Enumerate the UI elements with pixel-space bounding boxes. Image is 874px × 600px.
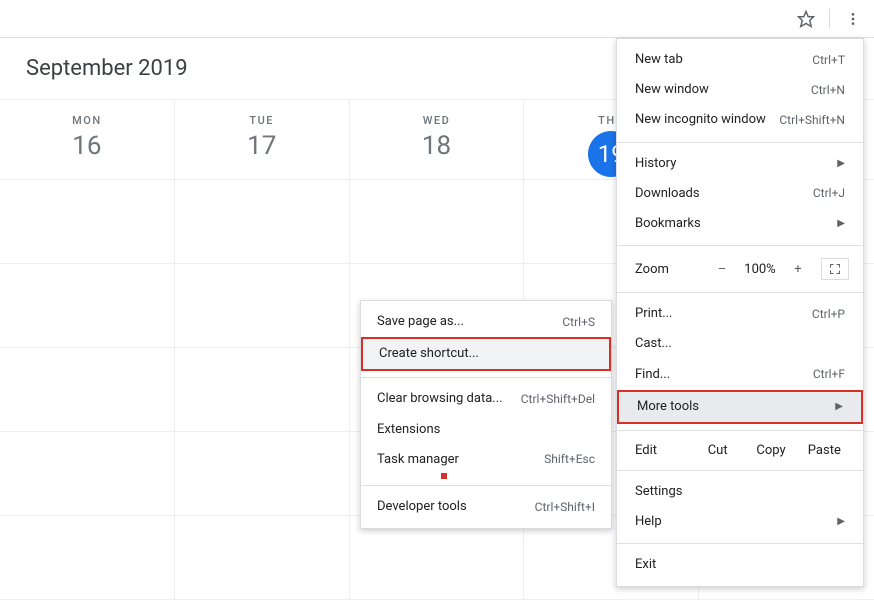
menu-new-window[interactable]: New window Ctrl+N — [617, 75, 863, 105]
menu-shortcut: Ctrl+J — [813, 185, 845, 202]
menu-label: Create shortcut... — [379, 345, 479, 363]
menu-new-incognito[interactable]: New incognito window Ctrl+Shift+N — [617, 105, 863, 135]
bookmark-star-icon[interactable] — [797, 10, 815, 28]
menu-cast[interactable]: Cast... — [617, 329, 863, 359]
zoom-in-button[interactable]: + — [785, 262, 811, 277]
menu-separator — [617, 292, 863, 293]
menu-shortcut: Shift+Esc — [544, 451, 595, 468]
day-abbr: MON — [0, 114, 174, 127]
menu-new-tab[interactable]: New tab Ctrl+T — [617, 45, 863, 75]
menu-shortcut: Ctrl+P — [812, 306, 845, 323]
menu-separator — [617, 470, 863, 471]
submenu-arrow-icon: ▶ — [837, 217, 845, 231]
menu-label: History — [635, 155, 676, 173]
menu-history[interactable]: History ▶ — [617, 149, 863, 179]
menu-label: Developer tools — [377, 498, 467, 516]
zoom-out-button[interactable]: – — [709, 262, 735, 277]
menu-bookmarks[interactable]: Bookmarks ▶ — [617, 209, 863, 239]
day-column[interactable]: MON 16 — [0, 100, 175, 179]
menu-label: Find... — [635, 366, 670, 384]
menu-label: New tab — [635, 51, 683, 69]
fullscreen-button[interactable] — [821, 258, 849, 280]
menu-label: Bookmarks — [635, 215, 701, 233]
menu-shortcut: Ctrl+T — [812, 52, 845, 69]
edit-label: Edit — [635, 443, 691, 458]
menu-find[interactable]: Find... Ctrl+F — [617, 360, 863, 390]
menu-label: Settings — [635, 483, 682, 501]
submenu-arrow-icon: ▶ — [835, 400, 843, 414]
submenu-arrow-icon: ▶ — [837, 515, 845, 529]
menu-label: Downloads — [635, 185, 700, 203]
notification-dot-icon — [441, 473, 447, 479]
toolbar-divider — [829, 9, 830, 29]
submenu-save-page[interactable]: Save page as... Ctrl+S — [361, 307, 611, 337]
menu-label: Help — [635, 513, 662, 531]
zoom-value: 100% — [739, 262, 781, 277]
submenu-create-shortcut[interactable]: Create shortcut... — [361, 337, 611, 371]
menu-edit-row: Edit Cut Copy Paste — [617, 437, 863, 464]
browser-toolbar — [0, 0, 874, 38]
menu-exit[interactable]: Exit — [617, 550, 863, 580]
menu-shortcut: Ctrl+N — [811, 82, 845, 99]
submenu-developer-tools[interactable]: Developer tools Ctrl+Shift+I — [361, 492, 611, 522]
zoom-label: Zoom — [635, 262, 705, 277]
submenu-arrow-icon: ▶ — [837, 157, 845, 171]
menu-print[interactable]: Print... Ctrl+P — [617, 299, 863, 329]
submenu-task-manager[interactable]: Task manager Shift+Esc — [361, 445, 611, 475]
menu-label: Save page as... — [377, 313, 464, 331]
menu-settings[interactable]: Settings — [617, 477, 863, 507]
menu-downloads[interactable]: Downloads Ctrl+J — [617, 179, 863, 209]
menu-shortcut: Ctrl+Shift+Del — [521, 391, 595, 408]
menu-separator — [617, 142, 863, 143]
menu-shortcut: Ctrl+F — [813, 366, 845, 383]
menu-separator — [617, 543, 863, 544]
menu-shortcut: Ctrl+S — [562, 314, 595, 331]
menu-separator — [617, 245, 863, 246]
menu-label: Cast... — [635, 335, 672, 353]
menu-label: New incognito window — [635, 111, 766, 129]
menu-more-tools[interactable]: More tools ▶ — [617, 390, 863, 424]
menu-label: Extensions — [377, 421, 440, 439]
day-number: 18 — [350, 131, 524, 161]
chrome-main-menu: New tab Ctrl+T New window Ctrl+N New inc… — [616, 38, 864, 587]
submenu-extensions[interactable]: Extensions — [361, 415, 611, 445]
menu-label: Exit — [635, 556, 656, 574]
day-number: 17 — [175, 131, 349, 161]
day-column[interactable]: WED 18 — [350, 100, 525, 179]
day-number: 16 — [0, 131, 174, 161]
menu-zoom-row: Zoom – 100% + — [617, 252, 863, 286]
copy-button[interactable]: Copy — [744, 443, 797, 458]
day-abbr: TUE — [175, 114, 349, 127]
day-column[interactable]: TUE 17 — [175, 100, 350, 179]
menu-label: More tools — [637, 398, 699, 416]
menu-label: Clear browsing data... — [377, 390, 503, 408]
menu-label: New window — [635, 81, 709, 99]
day-abbr: WED — [350, 114, 524, 127]
calendar-title: September 2019 — [26, 56, 188, 81]
chrome-menu-button[interactable] — [844, 10, 862, 28]
menu-label: Print... — [635, 305, 672, 323]
menu-label: Task manager — [377, 451, 459, 469]
menu-separator — [361, 377, 611, 378]
cut-button[interactable]: Cut — [691, 443, 744, 458]
menu-shortcut: Ctrl+Shift+I — [535, 499, 595, 516]
menu-shortcut: Ctrl+Shift+N — [779, 112, 845, 129]
paste-button[interactable]: Paste — [798, 443, 851, 458]
menu-separator — [361, 485, 611, 486]
menu-help[interactable]: Help ▶ — [617, 507, 863, 537]
submenu-clear-browsing-data[interactable]: Clear browsing data... Ctrl+Shift+Del — [361, 384, 611, 414]
more-tools-submenu: Save page as... Ctrl+S Create shortcut..… — [360, 300, 612, 529]
menu-separator — [617, 430, 863, 431]
